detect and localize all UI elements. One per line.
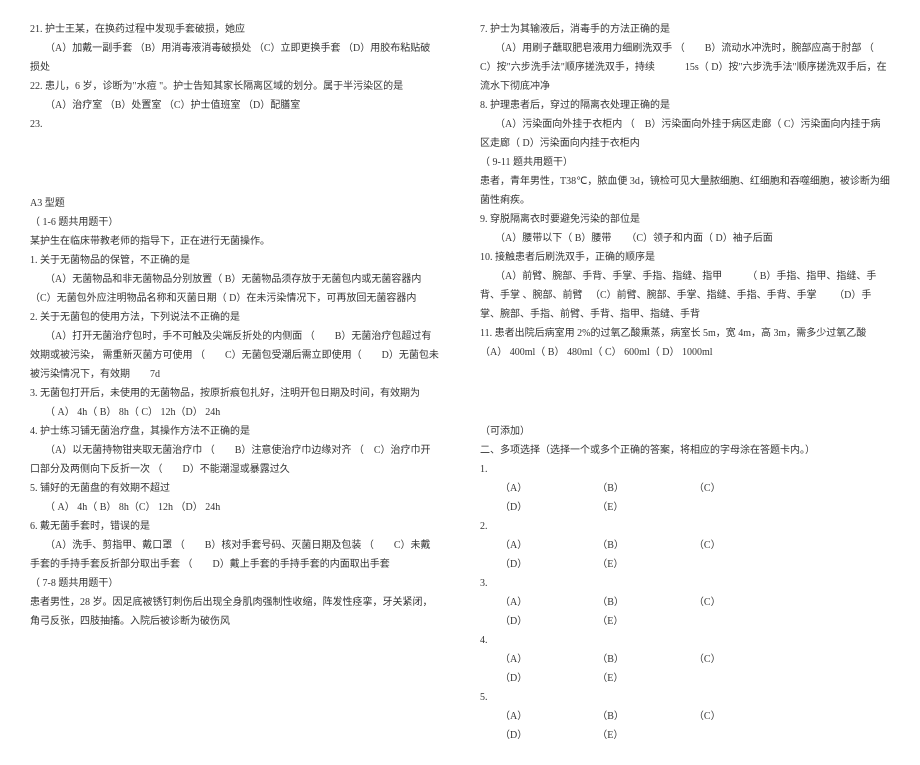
a3-q5-options: （ A） 4h（ B） 8h（C） 12h （D） 24h xyxy=(30,498,440,517)
m2-optE: （E） xyxy=(597,555,623,574)
a3-q5-stem: 5. 铺好的无菌盘的有效期不超过 xyxy=(30,479,440,498)
a3-q1-options: （A）无菌物品和非无菌物品分别放置（ B）无菌物品须存放于无菌包内或无菌容器内 … xyxy=(30,270,440,308)
spacer xyxy=(30,134,440,194)
a3-shared-note: （ 1-6 题共用题干） xyxy=(30,213,440,232)
m5-row1: （A） （B） （C） xyxy=(500,707,890,726)
a3-q2-options: （A）打开无菌治疗包时，手不可触及尖端反折处的内侧面 （ B）无菌治疗包超过有效… xyxy=(30,327,440,384)
m3-num: 3. xyxy=(480,574,890,593)
a3-q6-stem: 6. 戴无菌手套时，错误的是 xyxy=(30,517,440,536)
m4-optC: （C） xyxy=(694,650,721,669)
m5-num: 5. xyxy=(480,688,890,707)
m4-optD: （D） xyxy=(500,669,527,688)
right-column: 7. 护士为其输液后，消毒手的方法正确的是 （A）用刷子蘸取肥皂液用力细刷洗双手… xyxy=(480,20,890,745)
add-note: （可添加） xyxy=(480,422,890,441)
multi-title: 二、多项选择（选择一个或多个正确的答案，将相应的字母涂在答题卡内。） xyxy=(480,441,890,460)
m3-optC: （C） xyxy=(694,593,721,612)
m1-optD: （D） xyxy=(500,498,527,517)
m1-optC: （C） xyxy=(694,479,721,498)
m2-optC: （C） xyxy=(694,536,721,555)
m2-optD: （D） xyxy=(500,555,527,574)
q21-options: （A）加戴一副手套 （B）用消毒液消毒破损处 （C）立即更换手套 （D）用胶布粘… xyxy=(30,39,440,77)
a3-q3-options: （ A） 4h（ B） 8h（ C） 12h（D） 24h xyxy=(30,403,440,422)
m1-optB: （B） xyxy=(597,479,624,498)
m2-num: 2. xyxy=(480,517,890,536)
a3-q6-options: （A）洗手、剪指甲、戴口罩 （ B）核对手套号码、灭菌日期及包装 （ C）未戴手… xyxy=(30,536,440,574)
m5-optE: （E） xyxy=(597,726,623,745)
m5-optD: （D） xyxy=(500,726,527,745)
q9-stem: 9. 穿脱隔离衣时要避免污染的部位是 xyxy=(480,210,890,229)
q22-options: （A）治疗室 （B）处置室 （C）护士值班室 （D）配膳室 xyxy=(30,96,440,115)
m5-row2: （D） （E） xyxy=(500,726,890,745)
m5-optA: （A） xyxy=(500,707,527,726)
m1-num: 1. xyxy=(480,460,890,479)
q8-options: （A）污染面向外挂于衣柜内 （ B）污染面向外挂于病区走廊（ C）污染面向内挂于… xyxy=(480,115,890,153)
m3-optD: （D） xyxy=(500,612,527,631)
m3-optE: （E） xyxy=(597,612,623,631)
m2-optA: （A） xyxy=(500,536,527,555)
m1-optE: （E） xyxy=(597,498,623,517)
m4-optA: （A） xyxy=(500,650,527,669)
m1-optA: （A） xyxy=(500,479,527,498)
m3-optB: （B） xyxy=(597,593,624,612)
q7-stem: 7. 护士为其输液后，消毒手的方法正确的是 xyxy=(480,20,890,39)
q7-options: （A）用刷子蘸取肥皂液用力细刷洗双手 （ B）流动水冲洗时，腕部应高于肘部 （ … xyxy=(480,39,890,96)
m3-row2: （D） （E） xyxy=(500,612,890,631)
m2-optB: （B） xyxy=(597,536,624,555)
a3-q4-stem: 4. 护士练习铺无菌治疗盘，其操作方法不正确的是 xyxy=(30,422,440,441)
m1-row2: （D） （E） xyxy=(500,498,890,517)
m4-num: 4. xyxy=(480,631,890,650)
stem3: 患者，青年男性，T38℃，脓血便 3d，镜检可见大量脓细胞、红细胞和吞噬细胞，被… xyxy=(480,172,890,210)
m4-row1: （A） （B） （C） xyxy=(500,650,890,669)
page: 21. 护士王某，在换药过程中发现手套破损，她应 （A）加戴一副手套 （B）用消… xyxy=(30,20,890,745)
a3-shared2-note: （ 7-8 题共用题干） xyxy=(30,574,440,593)
a3-q3-stem: 3. 无菌包打开后，未使用的无菌物品，按原折痕包扎好，注明开包日期及时间，有效期… xyxy=(30,384,440,403)
a3-title: A3 型题 xyxy=(30,194,440,213)
m3-row1: （A） （B） （C） xyxy=(500,593,890,612)
m4-row2: （D） （E） xyxy=(500,669,890,688)
m4-optB: （B） xyxy=(597,650,624,669)
a3-stem2: 患者男性，28 岁。因足底被锈钉刺伤后出现全身肌肉强制性收缩，阵发性痉挛，牙关紧… xyxy=(30,593,440,631)
m2-row1: （A） （B） （C） xyxy=(500,536,890,555)
m4-optE: （E） xyxy=(597,669,623,688)
q10-options: （A）前臂、腕部、手背、手掌、手指、指缝、指甲 （ B）手指、指甲、指缝、手背、… xyxy=(480,267,890,324)
a3-q2-stem: 2. 关于无菌包的使用方法，下列说法不正确的是 xyxy=(30,308,440,327)
left-column: 21. 护士王某，在换药过程中发现手套破损，她应 （A）加戴一副手套 （B）用消… xyxy=(30,20,440,745)
a3-stem: 某护生在临床带教老师的指导下，正在进行无菌操作。 xyxy=(30,232,440,251)
a3-q4-options: （A）以无菌持物钳夹取无菌治疗巾 （ B）注意使治疗巾边缘对齐 （ C）治疗巾开… xyxy=(30,441,440,479)
q22-stem: 22. 患儿，6 岁，诊断为"水痘 "。护士告知其家长隔离区域的划分。属于半污染… xyxy=(30,77,440,96)
m5-optC: （C） xyxy=(694,707,721,726)
m5-optB: （B） xyxy=(597,707,624,726)
q23-stem: 23. xyxy=(30,115,440,134)
a3-q1-stem: 1. 关于无菌物品的保管，不正确的是 xyxy=(30,251,440,270)
shared3-note: （ 9-11 题共用题干） xyxy=(480,153,890,172)
m3-optA: （A） xyxy=(500,593,527,612)
q8-stem: 8. 护理患者后，穿过的隔离衣处理正确的是 xyxy=(480,96,890,115)
q9-options: （A）腰带以下（ B）腰带 （C）领子和内面（ D）袖子后面 xyxy=(480,229,890,248)
m1-row1: （A） （B） （C） xyxy=(500,479,890,498)
m2-row2: （D） （E） xyxy=(500,555,890,574)
q11-stem: 11. 患者出院后病室用 2%的过氧乙酸熏蒸，病室长 5m，宽 4m，高 3m，… xyxy=(480,324,890,362)
q21-stem: 21. 护士王某，在换药过程中发现手套破损，她应 xyxy=(30,20,440,39)
spacer xyxy=(480,362,890,422)
q10-stem: 10. 接触患者后刷洗双手，正确的顺序是 xyxy=(480,248,890,267)
